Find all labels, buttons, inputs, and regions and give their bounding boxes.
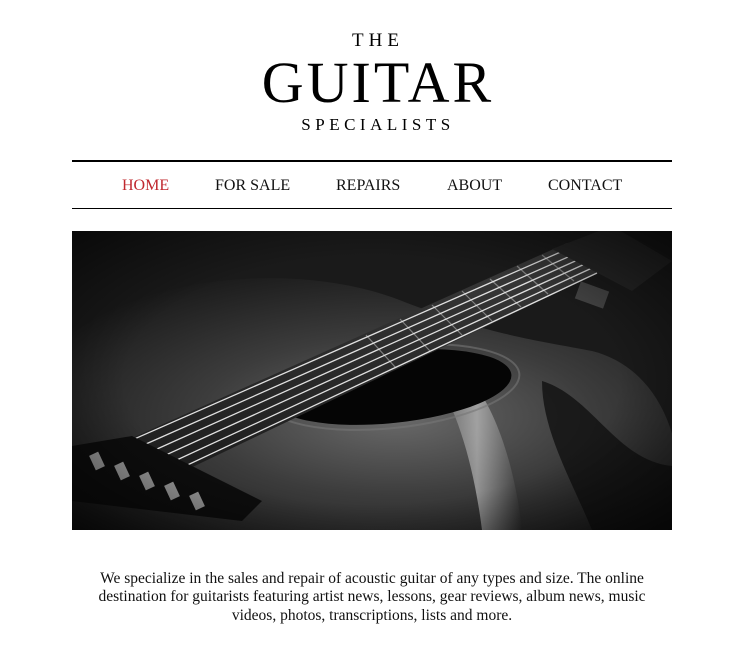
nav-repairs[interactable]: REPAIRS [336, 177, 400, 195]
nav-contact[interactable]: CONTACT [548, 177, 622, 195]
intro-text: We specialize in the sales and repair of… [98, 569, 646, 624]
hero-guitar-image [72, 231, 672, 530]
main-nav: HOME FOR SALE REPAIRS ABOUT CONTACT [72, 160, 672, 209]
guitar-illustration [72, 231, 672, 530]
logo-specialists: SPECIALISTS [301, 115, 455, 134]
nav-for-sale[interactable]: FOR SALE [215, 177, 290, 195]
nav-home[interactable]: HOME [122, 177, 169, 195]
logo-guitar: GUITAR [261, 50, 495, 115]
logo-the: THE [352, 30, 404, 51]
nav-about[interactable]: ABOUT [447, 177, 502, 195]
